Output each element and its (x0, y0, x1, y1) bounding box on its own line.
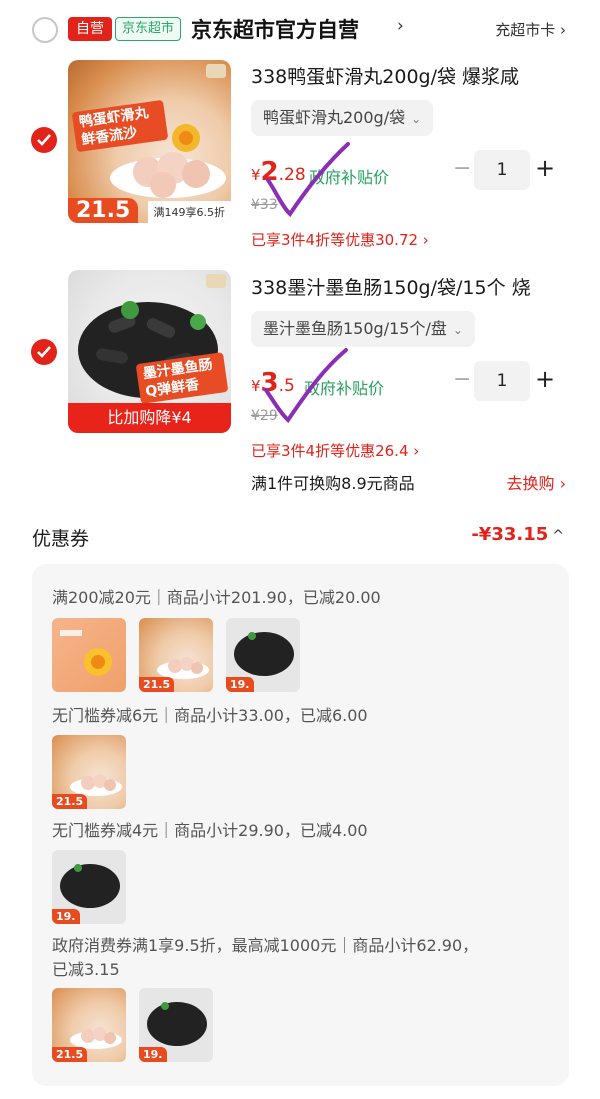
cart-store-card: 自营 京东超市 京东超市官方自营 › 充超市卡 › 鸭蛋虾滑丸 鲜香流沙 21.… (0, 0, 600, 505)
coupon-line: 政府消费券满1享9.5折，最高减1000元｜商品小计62.90， (52, 936, 479, 955)
swap-offer-text: 满1件可换购8.9元商品 (251, 474, 415, 493)
quantity-value[interactable]: 1 (474, 361, 530, 401)
minus-button[interactable]: − (453, 156, 471, 181)
plus-button[interactable]: + (535, 365, 555, 393)
jd-market-badge: 京东超市 (115, 17, 182, 41)
coupon-total-toggle[interactable]: -¥33.15 ^ (471, 524, 564, 545)
swap-link[interactable]: 去换购 › (507, 470, 567, 494)
thumb-price: 21.5 (68, 198, 139, 223)
mini-price: 21.5 (52, 1047, 88, 1062)
item-checkbox-checked-icon[interactable] (31, 127, 57, 153)
store-name[interactable]: 京东超市官方自营 (191, 14, 359, 44)
mini-product-image-shrimp: 21.5 (52, 735, 126, 809)
chevron-up-icon[interactable]: ^ (552, 528, 564, 544)
spec-label: 墨汁墨鱼肠150g/15个/盘 (263, 319, 447, 338)
store-header: 自营 京东超市 京东超市官方自营 › 充超市卡 › (0, 0, 600, 58)
plus-button[interactable]: + (535, 154, 555, 182)
coupon-total-amount: -¥33.15 (471, 524, 549, 545)
coupon-title: 优惠券 (32, 528, 90, 550)
discount-info-link[interactable]: 已享3件4折等优惠30.72 › (251, 229, 429, 250)
product-title[interactable]: 338墨汁墨鱼肠150g/袋/15个 烧 (251, 273, 571, 300)
chevron-down-icon: ⌄ (411, 112, 422, 126)
discount-info-link[interactable]: 已享3件4折等优惠26.4 › (251, 440, 419, 461)
mini-product-image-squid: 19. (52, 850, 126, 924)
chevron-down-icon: ⌄ (452, 323, 463, 337)
spec-label: 鸭蛋虾滑丸200g/袋 (263, 108, 406, 127)
coupon-line: 无门槛券减6元｜商品小计33.00，已减6.00 (52, 706, 368, 725)
mini-product-image-squid: 19. (226, 618, 300, 692)
price-symbol: ¥ (251, 166, 261, 184)
product-spec-selector[interactable]: 墨汁墨鱼肠150g/15个/盘 ⌄ (251, 311, 475, 347)
mini-price: 19. (226, 677, 254, 692)
quantity-value[interactable]: 1 (474, 150, 530, 190)
product-image-shrimp[interactable]: 鸭蛋虾滑丸 鲜香流沙 21.5 满149享6.5折 (68, 60, 231, 223)
store-chevron-right-icon[interactable]: › (397, 16, 404, 36)
recharge-card-link[interactable]: 充超市卡 › (495, 19, 566, 40)
quantity-stepper[interactable]: − 1 + (453, 150, 555, 190)
product-spec-selector[interactable]: 鸭蛋虾滑丸200g/袋 ⌄ (251, 100, 434, 136)
mini-product-image-squid: 19. (139, 988, 213, 1062)
mini-product-image (52, 618, 126, 692)
coupon-line: 无门槛券减4元｜商品小计29.90，已减4.00 (52, 821, 368, 840)
coupon-line: 已减3.15 (52, 960, 120, 979)
quantity-stepper[interactable]: − 1 + (453, 361, 555, 401)
price-drop-banner: 比加购降¥4 (68, 403, 231, 433)
store-checkbox[interactable] (32, 17, 58, 43)
mini-price: 21.5 (139, 677, 175, 692)
mini-price: 19. (139, 1047, 167, 1062)
mini-price: 21.5 (52, 794, 88, 809)
coupon-line: 满200减20元｜商品小计201.90，已减20.00 (52, 588, 381, 607)
handwritten-tick (266, 142, 350, 218)
item-checkbox-checked-icon[interactable] (31, 339, 57, 365)
product-title[interactable]: 338鸭蛋虾滑丸200g/袋 爆浆咸 (251, 62, 571, 89)
mini-product-image-shrimp: 21.5 (52, 988, 126, 1062)
mini-price: 19. (52, 909, 80, 924)
handwritten-tick (264, 348, 348, 424)
mini-product-image-shrimp: 21.5 (139, 618, 213, 692)
minus-button[interactable]: − (453, 367, 471, 392)
thumb-promo: 满149享6.5折 (147, 201, 231, 223)
self-operated-badge: 自营 (68, 17, 112, 41)
product-image-squid[interactable]: 墨汁墨鱼肠 Q弹鲜香 比加购降¥4 (68, 270, 231, 433)
